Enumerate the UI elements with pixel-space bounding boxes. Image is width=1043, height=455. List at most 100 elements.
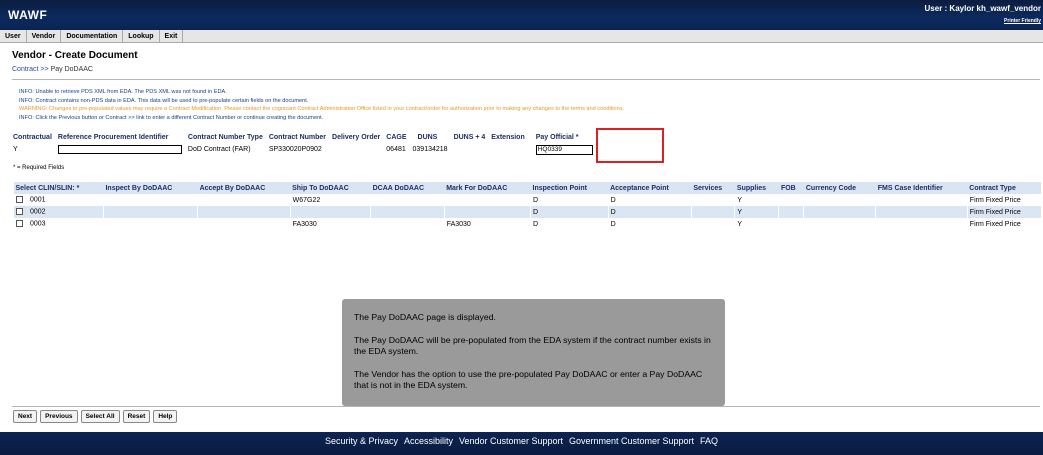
callout-text: The Pay DoDAAC will be pre-populated fro…: [354, 335, 711, 356]
warning-message: WARNING: Changes to pre-populated values…: [19, 106, 625, 113]
column-header: DUNS: [417, 133, 438, 141]
info-message: INFO: Contract contains non-PDS data in …: [19, 97, 309, 104]
column-header: FMS Case Identifier: [875, 182, 968, 194]
currency-cell: [803, 194, 876, 206]
footer: Security & Privacy Accessibility Vendor …: [0, 432, 1043, 455]
mark-for-cell: FA3030: [443, 218, 531, 230]
column-header: Services: [691, 182, 735, 194]
callout-text: The Pay DoDAAC page is displayed.: [354, 312, 496, 322]
callout-text: The Vendor has the option to use the pre…: [354, 369, 703, 390]
inspect-by-cell: [102, 206, 198, 218]
pay-official-highlight: [596, 128, 664, 163]
fob-cell: [778, 194, 804, 206]
column-header: Delivery Order: [332, 133, 381, 141]
table-row: 0001 W67G22 D D Y Firm Fixed Price: [13, 194, 1041, 206]
column-header: Accept By DoDAAC: [197, 182, 291, 194]
footer-link-security-privacy[interactable]: Security & Privacy: [325, 436, 398, 446]
clin-cell: 0003: [13, 218, 104, 230]
services-cell: [690, 206, 735, 218]
footer-link-faq[interactable]: FAQ: [700, 436, 718, 446]
footer-link-vendor-support[interactable]: Vendor Customer Support: [459, 436, 563, 446]
column-header: Contractual: [13, 133, 52, 141]
fms-cell: [875, 194, 968, 206]
mark-for-cell: [443, 206, 531, 218]
printer-friendly-link[interactable]: Printer Friendly: [1004, 18, 1041, 24]
acceptance-point-cell: D: [607, 194, 692, 206]
clin-number: 0003: [30, 220, 46, 228]
tutorial-callout: The Pay DoDAAC page is displayed. The Pa…: [342, 299, 725, 406]
reset-button[interactable]: Reset: [122, 410, 151, 423]
column-header: Contract Number: [268, 133, 327, 141]
supplies-cell: Y: [734, 218, 779, 230]
table-row: 0002 D D Y Firm Fixed Price: [13, 206, 1041, 218]
clin-checkbox[interactable]: [16, 208, 23, 216]
currency-cell: [803, 218, 876, 230]
inspect-by-cell: [102, 194, 198, 206]
info-message: INFO: Unable to retrieve PDS XML from ED…: [19, 89, 227, 95]
column-header: Contract Number Type: [187, 133, 263, 141]
select-all-button[interactable]: Select All: [80, 410, 120, 423]
table-row: 0003 FA3030 FA3030 D D Y Firm Fixed Pric…: [13, 218, 1041, 230]
accept-by-cell: [197, 206, 291, 218]
previous-button[interactable]: Previous: [40, 410, 78, 423]
column-header: Mark For DoDAAC: [444, 182, 531, 194]
footer-link-accessibility[interactable]: Accessibility: [404, 436, 453, 446]
clin-cell: 0001: [13, 194, 104, 206]
accept-by-cell: [197, 218, 291, 230]
acceptance-point-cell: D: [607, 218, 692, 230]
footer-link-government-support[interactable]: Government Customer Support: [569, 436, 694, 446]
wawf-logo: WAWF: [8, 8, 48, 22]
breadcrumb-separator: >>: [40, 66, 49, 73]
action-buttons: Next Previous Select All Reset Help: [13, 410, 180, 423]
column-header: Inspect By DoDAAC: [103, 182, 198, 194]
acceptance-point-cell: D: [607, 206, 692, 218]
next-button[interactable]: Next: [13, 410, 38, 423]
contract-type-cell: Firm Fixed Price: [966, 218, 1041, 230]
contract-number-value: SP330020P0902: [268, 146, 322, 153]
help-button[interactable]: Help: [153, 410, 178, 423]
inspection-point-cell: D: [530, 194, 609, 206]
dcaa-cell: [370, 218, 445, 230]
clin-number: 0002: [30, 208, 46, 216]
clin-checkbox[interactable]: [16, 220, 23, 228]
user-info: User : Kaylor kh_wawf_vendor: [924, 4, 1041, 13]
contract-table: Contractual Reference Procurement Identi…: [13, 131, 596, 156]
reference-procurement-input[interactable]: [57, 145, 182, 154]
breadcrumb-current: Pay DoDAAC: [50, 66, 93, 73]
divider: [12, 79, 1040, 80]
fms-cell: [875, 218, 968, 230]
menu-lookup[interactable]: Lookup: [123, 30, 160, 43]
supplies-cell: Y: [734, 194, 779, 206]
column-header: Extension: [491, 133, 525, 141]
inspection-point-cell: D: [530, 206, 609, 218]
clin-checkbox[interactable]: [16, 196, 23, 204]
contractual-value: Y: [13, 146, 18, 153]
breadcrumb: Contract >> Pay DoDAAC: [12, 66, 93, 73]
cage-value: 06481: [386, 146, 406, 153]
contract-type-cell: Firm Fixed Price: [966, 194, 1041, 206]
required-fields-note: * = Required Fields: [13, 165, 65, 171]
delivery-order-value: [329, 143, 383, 156]
column-header: Contract Type: [967, 182, 1041, 194]
menu-documentation[interactable]: Documentation: [61, 30, 124, 43]
column-header: FOB: [778, 182, 804, 194]
pay-official-input[interactable]: [535, 144, 593, 155]
extension-value: [488, 143, 527, 156]
contract-number-type-value: DoD Contract (FAR): [187, 146, 251, 153]
breadcrumb-contract-link[interactable]: Contract: [12, 66, 38, 73]
services-cell: [690, 218, 735, 230]
ship-to-cell: FA3030: [289, 218, 371, 230]
menu-exit[interactable]: Exit: [160, 30, 184, 43]
column-header: Ship To DoDAAC: [290, 182, 371, 194]
column-header: Pay Official *: [535, 133, 579, 141]
column-header: Select CLIN/SLIN: *: [13, 182, 104, 194]
supplies-cell: Y: [734, 206, 779, 218]
app-header: WAWF User : Kaylor kh_wawf_vendor Printe…: [0, 0, 1043, 30]
currency-cell: [803, 206, 876, 218]
fob-cell: [778, 206, 804, 218]
duns-value: 039134218: [412, 146, 448, 153]
menu-user[interactable]: User: [0, 30, 27, 43]
column-header: Reference Procurement Identifier: [57, 133, 169, 141]
pay-official-cell: [528, 143, 596, 156]
menu-vendor[interactable]: Vendor: [27, 30, 62, 43]
